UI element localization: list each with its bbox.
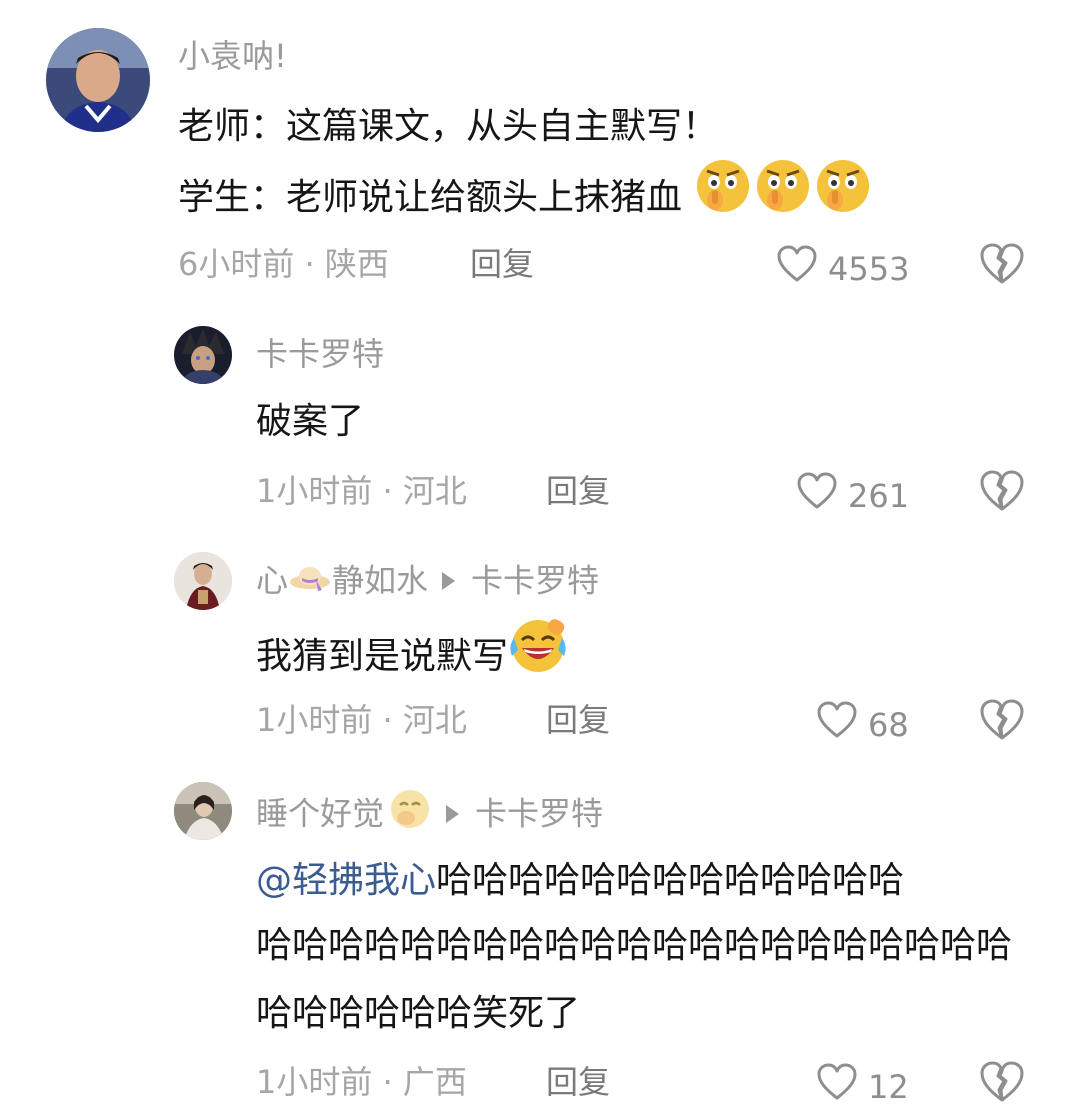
comment-line: 我猜到是说默写 xyxy=(256,636,509,677)
sunhat-icon xyxy=(288,558,332,603)
avatar[interactable] xyxy=(174,326,232,384)
comment-text: 老师：这篇课文，从头自主默写！ xyxy=(178,98,718,156)
username[interactable]: 小袁呐! xyxy=(178,36,287,76)
comment-line: 老师：这篇课文，从头自主默写！ xyxy=(178,106,719,147)
broken-heart-icon xyxy=(978,1061,1026,1108)
timestamp: 6小时前 xyxy=(178,245,295,283)
location: 河北 xyxy=(402,701,467,739)
timestamp: 1小时前 xyxy=(256,1063,373,1101)
like-button[interactable]: 12 xyxy=(816,1062,909,1111)
reply-button[interactable]: 回复 xyxy=(546,700,610,740)
hand-over-mouth-icon xyxy=(388,788,432,839)
comment-text: @轻拂我心哈哈哈哈哈哈哈哈哈哈哈哈哈 xyxy=(256,852,904,910)
comment-meta: 6小时前 · 陕西 xyxy=(178,244,389,284)
reply-to-username[interactable]: 卡卡罗特 xyxy=(475,795,603,833)
crying-laughing-icon xyxy=(508,616,570,692)
like-count: 4553 xyxy=(828,249,910,288)
separator: · xyxy=(382,701,393,739)
heart-icon xyxy=(816,700,858,749)
reply-button[interactable]: 回复 xyxy=(470,244,534,284)
dislike-button[interactable] xyxy=(978,1060,1026,1108)
comment-line: 学生：老师说让给额头上抹猪血 xyxy=(178,177,683,218)
separator: · xyxy=(304,245,315,283)
like-count: 261 xyxy=(848,476,910,515)
timestamp: 1小时前 xyxy=(256,701,373,739)
comment-text: 哈哈哈哈哈哈笑死了 xyxy=(256,993,581,1034)
comment-line: 哈哈哈哈哈哈哈哈哈哈哈哈哈 xyxy=(436,860,905,901)
heart-icon xyxy=(816,1062,858,1111)
like-button[interactable]: 4553 xyxy=(776,244,909,293)
username[interactable]: 卡卡罗特 xyxy=(256,334,384,374)
username-part: 心 xyxy=(256,561,289,600)
location: 河北 xyxy=(402,472,467,510)
separator: · xyxy=(382,1063,393,1101)
dislike-button[interactable] xyxy=(978,698,1026,746)
like-count: 12 xyxy=(868,1067,909,1106)
avatar[interactable] xyxy=(46,28,150,132)
location: 广西 xyxy=(402,1063,467,1101)
broken-heart-icon xyxy=(978,243,1026,290)
reply-button[interactable]: 回复 xyxy=(546,1062,610,1102)
avatar[interactable] xyxy=(174,552,232,610)
like-button[interactable]: 68 xyxy=(816,700,909,749)
heart-icon xyxy=(776,244,818,293)
username-part: 静如水 xyxy=(332,561,429,600)
username[interactable]: 心 静如水 卡卡罗特 xyxy=(256,560,599,605)
comment-text: 哈哈哈哈哈哈哈哈哈哈哈哈哈哈哈哈哈哈哈哈哈 xyxy=(256,925,1013,966)
dislike-button[interactable] xyxy=(978,242,1026,290)
location: 陕西 xyxy=(324,245,389,283)
like-button[interactable]: 261 xyxy=(796,471,909,520)
broken-heart-icon xyxy=(978,470,1026,517)
comment-text: 破案了 xyxy=(256,401,365,442)
reply-button[interactable]: 回复 xyxy=(546,471,610,511)
avatar[interactable] xyxy=(174,782,232,840)
username[interactable]: 睡个好觉 卡卡罗特 xyxy=(256,790,603,841)
mention-link[interactable]: @轻拂我心 xyxy=(256,860,436,901)
shush-face-icon xyxy=(693,156,873,234)
separator: · xyxy=(382,472,393,510)
comment-meta: 1小时前 · 广西 xyxy=(256,1062,467,1102)
comment-meta: 1小时前 · 河北 xyxy=(256,471,467,511)
comment-text: 学生：老师说让给额头上抹猪血 xyxy=(178,160,873,238)
username-part: 睡个好觉 xyxy=(256,794,385,833)
timestamp: 1小时前 xyxy=(256,472,373,510)
comment-meta: 1小时前 · 河北 xyxy=(256,700,467,740)
broken-heart-icon xyxy=(978,699,1026,746)
reply-arrow-icon xyxy=(442,571,456,590)
reply-to-username[interactable]: 卡卡罗特 xyxy=(471,562,599,600)
heart-icon xyxy=(796,471,838,520)
dislike-button[interactable] xyxy=(978,469,1026,517)
like-count: 68 xyxy=(868,705,909,744)
comment-text: 我猜到是说默写 xyxy=(256,619,570,696)
reply-arrow-icon xyxy=(446,804,460,823)
